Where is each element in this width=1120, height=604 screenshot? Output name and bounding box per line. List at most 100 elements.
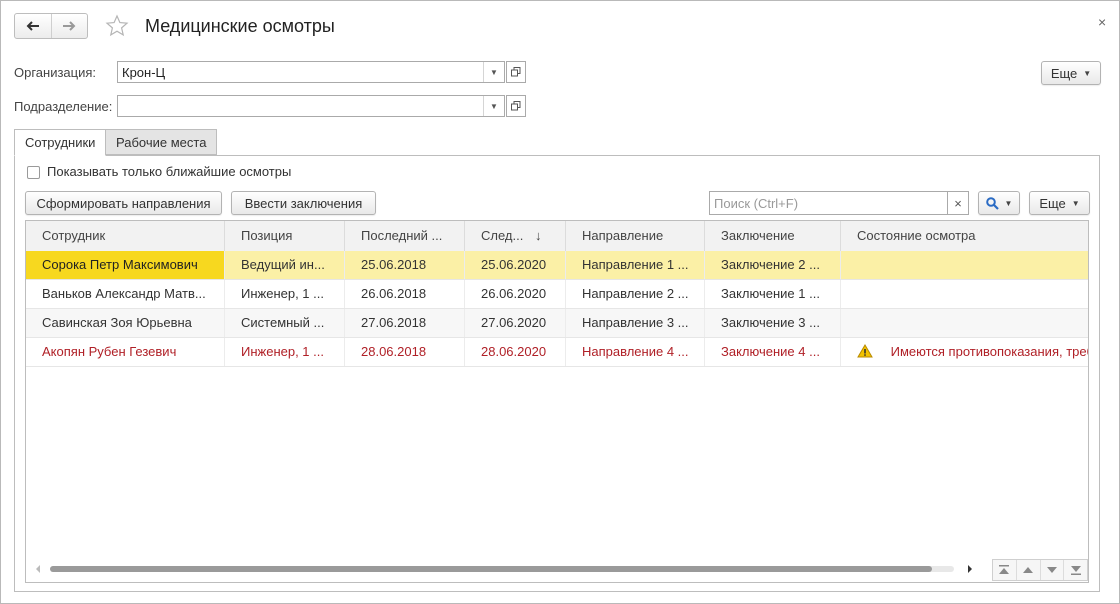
window: Медицинские осмотры × Организация: Крон-… <box>0 0 1120 604</box>
nearest-exams-label: Показывать только ближайшие осмотры <box>47 164 292 179</box>
column-header-position[interactable]: Позиция <box>225 221 345 251</box>
cell-direction: Направление 2 ... <box>566 280 705 308</box>
dept-label: Подразделение: <box>14 99 113 114</box>
cell-last-exam: 26.06.2018 <box>345 280 465 308</box>
sort-down-icon: ↓ <box>535 228 542 243</box>
cell-conclusion: Заключение 2 ... <box>705 251 841 279</box>
cell-position: Системный ... <box>225 309 345 337</box>
table-header: Сотрудник Позиция Последний ... След... … <box>26 221 1088 252</box>
forward-button[interactable] <box>50 14 88 38</box>
cell-next-exam: 28.06.2020 <box>465 338 566 366</box>
cell-last-exam: 25.06.2018 <box>345 251 465 279</box>
back-button[interactable] <box>15 14 51 38</box>
close-button[interactable]: × <box>1098 14 1106 30</box>
caret-down-icon: ▼ <box>1071 198 1080 208</box>
column-header-employee[interactable]: Сотрудник <box>26 221 225 251</box>
cell-status: Имеются противопоказания, треб <box>841 338 1089 366</box>
column-header-conclusion[interactable]: Заключение <box>705 221 841 251</box>
org-value: Крон-Ц <box>122 65 166 80</box>
go-first-button[interactable] <box>993 560 1016 580</box>
star-icon <box>105 14 129 37</box>
scroll-left-icon[interactable] <box>34 564 42 574</box>
column-header-last-exam[interactable]: Последний ... <box>345 221 465 251</box>
dropdown-icon[interactable]: ▼ <box>483 62 504 82</box>
cell-status <box>841 280 1088 308</box>
favorite-button[interactable] <box>105 14 129 38</box>
row-navigation <box>992 559 1088 581</box>
page-title: Медицинские осмотры <box>145 16 335 36</box>
scrollbar-thumb[interactable] <box>50 566 932 572</box>
cell-employee: Савинская Зоя Юрьевна <box>26 309 225 337</box>
dept-field[interactable]: ▼ <box>117 95 505 117</box>
open-window-icon <box>511 67 521 77</box>
form-more-button[interactable]: Еще ▼ <box>1041 61 1101 85</box>
page-down-icon <box>1046 567 1057 573</box>
warning-icon <box>857 344 873 358</box>
org-label: Организация: <box>14 65 97 80</box>
page-down-button[interactable] <box>1039 560 1064 580</box>
caret-down-icon: ▼ <box>1083 68 1092 78</box>
tab-label: Сотрудники <box>25 135 96 150</box>
tab-label: Рабочие места <box>116 134 207 150</box>
cell-conclusion: Заключение 1 ... <box>705 280 841 308</box>
scroll-right-icon[interactable] <box>966 564 974 574</box>
cell-conclusion: Заключение 4 ... <box>705 338 841 366</box>
status-text: Имеются противопоказания, треб <box>890 344 1089 359</box>
search-clear-button[interactable]: × <box>947 191 969 215</box>
table-row[interactable]: Ваньков Александр Матв... Инженер, 1 ...… <box>26 280 1088 309</box>
cell-last-exam: 27.06.2018 <box>345 309 465 337</box>
cell-employee: Сорока Петр Максимович <box>26 251 225 279</box>
more-label: Еще <box>1050 65 1078 81</box>
cell-status <box>841 251 1088 279</box>
caret-down-icon: ▼ <box>1004 198 1013 208</box>
search-placeholder: Поиск (Ctrl+F) <box>714 196 799 211</box>
navigation-buttons <box>14 13 88 39</box>
arrow-right-icon <box>63 21 76 31</box>
cell-employee: Акопян Рубен Гезевич <box>26 338 225 366</box>
column-header-next-exam[interactable]: След... ↓ <box>465 221 566 251</box>
cell-last-exam: 28.06.2018 <box>345 338 465 366</box>
close-icon: × <box>1098 14 1107 30</box>
table-row[interactable]: Сорока Петр Максимович Ведущий ин... 25.… <box>26 251 1088 280</box>
first-row-icon <box>999 565 1010 574</box>
column-header-direction[interactable]: Направление <box>566 221 705 251</box>
cell-direction: Направление 3 ... <box>566 309 705 337</box>
employees-table[interactable]: Сотрудник Позиция Последний ... След... … <box>25 220 1089 583</box>
cell-position: Инженер, 1 ... <box>225 280 345 308</box>
org-open-button[interactable] <box>506 61 526 83</box>
cell-conclusion: Заключение 3 ... <box>705 309 841 337</box>
dropdown-icon[interactable]: ▼ <box>483 96 504 116</box>
page-up-button[interactable] <box>1015 560 1040 580</box>
toolbar-more-button[interactable]: Еще ▼ <box>1029 191 1090 215</box>
cell-employee: Ваньков Александр Матв... <box>26 280 225 308</box>
column-header-label: След... <box>481 228 524 243</box>
search-icon <box>985 196 999 210</box>
cell-next-exam: 26.06.2020 <box>465 280 566 308</box>
cell-position: Ведущий ин... <box>225 251 345 279</box>
go-last-button[interactable] <box>1063 560 1087 580</box>
page-up-icon <box>1023 567 1034 573</box>
cell-next-exam: 25.06.2020 <box>465 251 566 279</box>
horizontal-scrollbar[interactable] <box>34 561 974 575</box>
arrow-left-icon <box>26 21 39 31</box>
cell-direction: Направление 4 ... <box>566 338 705 366</box>
column-header-status[interactable]: Состояние осмотра <box>841 221 1088 251</box>
tab-workplaces[interactable]: Рабочие места <box>105 129 218 155</box>
search-input[interactable]: Поиск (Ctrl+F) <box>709 191 948 215</box>
form-directions-button[interactable]: Сформировать направления <box>25 191 222 215</box>
table-row[interactable]: Акопян Рубен Гезевич Инженер, 1 ... 28.0… <box>26 338 1089 367</box>
search-options-button[interactable]: ▼ <box>978 191 1020 215</box>
dept-open-button[interactable] <box>506 95 526 117</box>
nearest-exams-checkbox[interactable] <box>27 166 40 179</box>
cell-direction: Направление 1 ... <box>566 251 705 279</box>
last-row-icon <box>1070 566 1081 575</box>
cell-status <box>841 309 1088 337</box>
org-field[interactable]: Крон-Ц ▼ <box>117 61 505 83</box>
cell-next-exam: 27.06.2020 <box>465 309 566 337</box>
table-row[interactable]: Савинская Зоя Юрьевна Системный ... 27.0… <box>26 309 1088 338</box>
clear-icon: × <box>954 195 962 211</box>
tab-employees[interactable]: Сотрудники <box>14 129 107 156</box>
open-window-icon <box>511 101 521 111</box>
enter-conclusions-button[interactable]: Ввести заключения <box>231 191 376 215</box>
cell-position: Инженер, 1 ... <box>225 338 345 366</box>
